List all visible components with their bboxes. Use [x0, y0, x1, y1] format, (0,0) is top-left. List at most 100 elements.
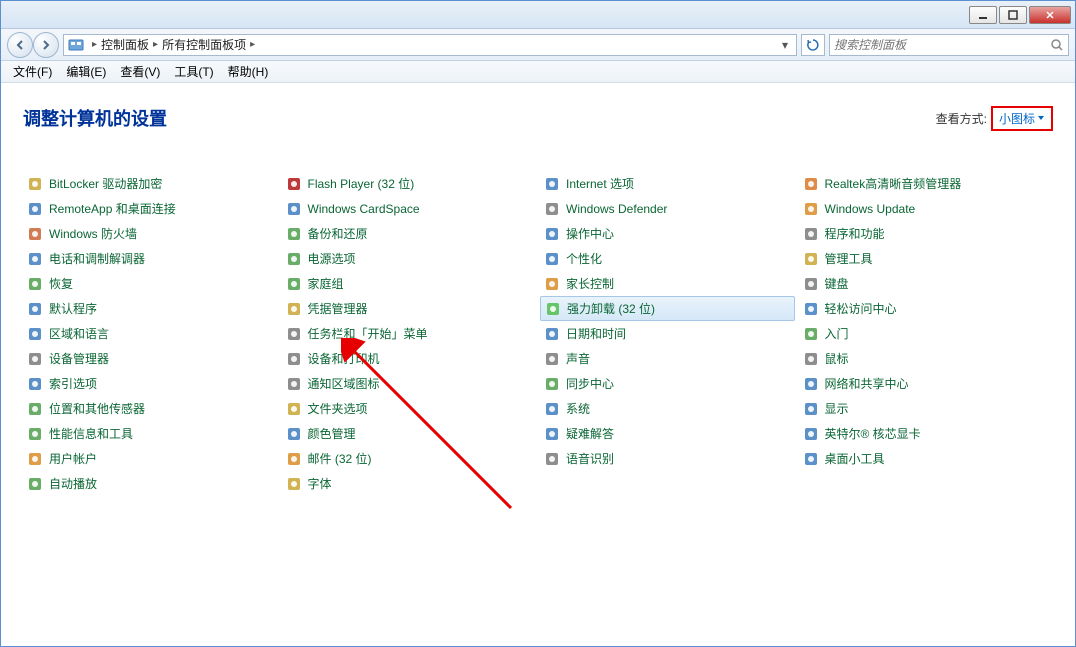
- control-panel-item[interactable]: 入门: [799, 321, 1054, 346]
- control-panel-item[interactable]: Windows 防火墙: [23, 221, 278, 246]
- control-panel-item-label: 管理工具: [825, 250, 873, 267]
- control-panel-item[interactable]: 显示: [799, 396, 1054, 421]
- control-panel-item[interactable]: 声音: [540, 346, 795, 371]
- control-panel-item[interactable]: 邮件 (32 位): [282, 446, 537, 471]
- view-by-dropdown[interactable]: 小图标: [999, 110, 1045, 127]
- devices-printers-icon: [286, 351, 302, 367]
- accessibility-icon: [803, 301, 819, 317]
- device-manager-icon: [27, 351, 43, 367]
- control-panel-item[interactable]: 索引选项: [23, 371, 278, 396]
- control-panel-item-label: 索引选项: [49, 375, 97, 392]
- control-panel-item[interactable]: BitLocker 驱动器加密: [23, 171, 278, 196]
- control-panel-item[interactable]: 系统: [540, 396, 795, 421]
- control-panel-item[interactable]: 疑难解答: [540, 421, 795, 446]
- control-panel-item-label: 同步中心: [566, 375, 614, 392]
- control-panel-item[interactable]: 键盘: [799, 271, 1054, 296]
- gadgets-icon: [803, 451, 819, 467]
- control-panel-item[interactable]: 管理工具: [799, 246, 1054, 271]
- control-panel-item[interactable]: 同步中心: [540, 371, 795, 396]
- search-icon[interactable]: [1050, 38, 1064, 52]
- minimize-button[interactable]: [969, 6, 997, 24]
- breadcrumb-item-1[interactable]: 所有控制面板项: [162, 36, 246, 53]
- control-panel-item[interactable]: 设备管理器: [23, 346, 278, 371]
- control-panel-item[interactable]: Windows Defender: [540, 196, 795, 221]
- control-panel-item[interactable]: 性能信息和工具: [23, 421, 278, 446]
- control-panel-item[interactable]: Windows Update: [799, 196, 1054, 221]
- content-area: 调整计算机的设置 查看方式: 小图标 BitLocker 驱动器加密 Flash …: [1, 83, 1075, 646]
- control-panel-item-label: 个性化: [566, 250, 602, 267]
- control-panel-item-label: Flash Player (32 位): [308, 175, 415, 192]
- breadcrumb[interactable]: ▸ 控制面板 ▸ 所有控制面板项 ▸ ▾: [63, 34, 797, 56]
- page-title: 调整计算机的设置: [23, 105, 167, 131]
- breadcrumb-item-0[interactable]: 控制面板: [101, 36, 149, 53]
- view-by-value: 小图标: [999, 110, 1035, 127]
- control-panel-item[interactable]: 任务栏和「开始」菜单: [282, 321, 537, 346]
- control-panel-item[interactable]: 设备和打印机: [282, 346, 537, 371]
- control-panel-item[interactable]: 自动播放: [23, 471, 278, 496]
- control-panel-item[interactable]: 强力卸载 (32 位): [540, 296, 795, 321]
- menu-tools[interactable]: 工具(T): [168, 61, 219, 82]
- region-icon: [27, 326, 43, 342]
- control-panel-item[interactable]: 语音识别: [540, 446, 795, 471]
- menu-view[interactable]: 查看(V): [114, 61, 166, 82]
- control-panel-item[interactable]: 电话和调制解调器: [23, 246, 278, 271]
- taskbar-icon: [286, 326, 302, 342]
- control-panel-item-label: 颜色管理: [308, 425, 356, 442]
- control-panel-item[interactable]: Flash Player (32 位): [282, 171, 537, 196]
- control-panel-item[interactable]: 个性化: [540, 246, 795, 271]
- control-panel-item-label: 恢复: [49, 275, 73, 292]
- control-panel-item[interactable]: 通知区域图标: [282, 371, 537, 396]
- search-box[interactable]: [829, 34, 1069, 56]
- maximize-button[interactable]: [999, 6, 1027, 24]
- control-panel-item[interactable]: 操作中心: [540, 221, 795, 246]
- control-panel-item[interactable]: RemoteApp 和桌面连接: [23, 196, 278, 221]
- control-panel-item[interactable]: 颜色管理: [282, 421, 537, 446]
- control-panel-item[interactable]: 区域和语言: [23, 321, 278, 346]
- control-panel-item-label: Internet 选项: [566, 175, 634, 192]
- menu-edit[interactable]: 编辑(E): [60, 61, 112, 82]
- menu-file[interactable]: 文件(F): [7, 61, 58, 82]
- address-bar: ▸ 控制面板 ▸ 所有控制面板项 ▸ ▾: [1, 29, 1075, 61]
- control-panel-item[interactable]: Windows CardSpace: [282, 196, 537, 221]
- control-panel-item-label: 任务栏和「开始」菜单: [308, 325, 428, 342]
- breadcrumb-dropdown[interactable]: ▾: [778, 38, 792, 52]
- control-panel-item[interactable]: 恢复: [23, 271, 278, 296]
- control-panel-item[interactable]: 默认程序: [23, 296, 278, 321]
- close-button[interactable]: [1029, 6, 1071, 24]
- control-panel-item[interactable]: Realtek高清晰音频管理器: [799, 171, 1054, 196]
- search-input[interactable]: [834, 38, 1050, 52]
- control-panel-item-label: 性能信息和工具: [49, 425, 133, 442]
- control-panel-item[interactable]: 备份和还原: [282, 221, 537, 246]
- sync-icon: [544, 376, 560, 392]
- refresh-button[interactable]: [801, 34, 825, 56]
- control-panel-item[interactable]: 家庭组: [282, 271, 537, 296]
- network-icon: [803, 376, 819, 392]
- control-panel-item-label: 备份和还原: [308, 225, 368, 242]
- control-panel-item[interactable]: Internet 选项: [540, 171, 795, 196]
- control-panel-item-label: 英特尔® 核芯显卡: [825, 425, 921, 442]
- nav-forward-button[interactable]: [33, 32, 59, 58]
- highlight-annotation: 小图标: [991, 106, 1053, 131]
- fonts-icon: [286, 476, 302, 492]
- view-by: 查看方式: 小图标: [936, 106, 1053, 131]
- control-panel-item[interactable]: 鼠标: [799, 346, 1054, 371]
- control-panel-item[interactable]: 电源选项: [282, 246, 537, 271]
- menu-help[interactable]: 帮助(H): [222, 61, 275, 82]
- control-panel-item-label: 通知区域图标: [308, 375, 380, 392]
- control-panel-item[interactable]: 字体: [282, 471, 537, 496]
- control-panel-item-label: 电话和调制解调器: [49, 250, 145, 267]
- control-panel-item[interactable]: 日期和时间: [540, 321, 795, 346]
- control-panel-item[interactable]: 位置和其他传感器: [23, 396, 278, 421]
- control-panel-item[interactable]: 轻松访问中心: [799, 296, 1054, 321]
- control-panel-item[interactable]: 程序和功能: [799, 221, 1054, 246]
- control-panel-item[interactable]: 文件夹选项: [282, 396, 537, 421]
- control-panel-item[interactable]: 英特尔® 核芯显卡: [799, 421, 1054, 446]
- control-panel-items-grid: BitLocker 驱动器加密 Flash Player (32 位) Intern…: [23, 171, 1053, 496]
- speaker-orange-icon: [803, 176, 819, 192]
- control-panel-item[interactable]: 凭据管理器: [282, 296, 537, 321]
- control-panel-item[interactable]: 用户帐户: [23, 446, 278, 471]
- nav-back-button[interactable]: [7, 32, 33, 58]
- control-panel-item[interactable]: 桌面小工具: [799, 446, 1054, 471]
- control-panel-item[interactable]: 网络和共享中心: [799, 371, 1054, 396]
- control-panel-item[interactable]: 家长控制: [540, 271, 795, 296]
